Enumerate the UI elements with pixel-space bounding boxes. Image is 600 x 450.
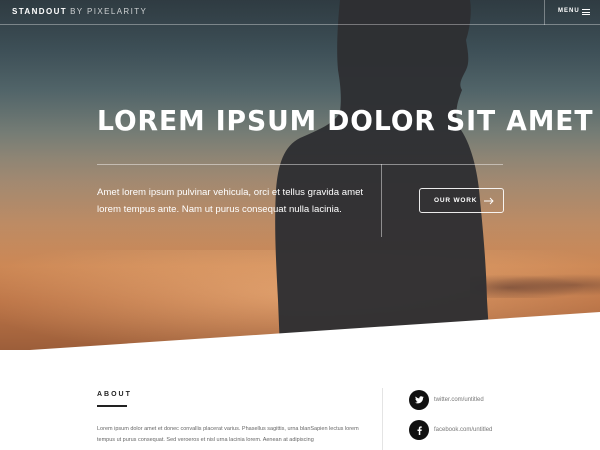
site-logo[interactable]: STANDOUT BY PIXELARITY (12, 7, 147, 16)
arrow-right-icon (484, 197, 494, 205)
menu-button[interactable]: MENU (544, 0, 600, 25)
hero-headline: LOREM IPSUM DOLOR SIT AMET (97, 104, 594, 137)
hero-diagonal-edge (30, 312, 600, 350)
twitter-link[interactable]: twitter.com/untitled (434, 397, 484, 403)
about-underline (97, 405, 127, 407)
hero-divider-horizontal (97, 164, 503, 165)
section-divider (382, 388, 383, 450)
hamburger-icon (582, 9, 590, 16)
brand-byline: BY PIXELARITY (70, 7, 148, 16)
menu-label: MENU (558, 8, 580, 14)
top-navigation-bar: STANDOUT BY PIXELARITY MENU (0, 0, 600, 25)
hero-section (0, 0, 600, 350)
facebook-link[interactable]: facebook.com/untitled (434, 427, 492, 433)
our-work-label: OUR WORK (434, 197, 478, 204)
social-item-twitter: twitter.com/untitled (409, 390, 484, 410)
twitter-icon[interactable] (409, 390, 429, 410)
about-text: Lorem ipsum dolor amet et donec convalli… (97, 426, 359, 443)
social-item-facebook: facebook.com/untitled (409, 420, 492, 440)
brand-name: STANDOUT (12, 7, 68, 16)
about-heading: ABOUT (97, 391, 132, 398)
hero-divider-vertical (381, 164, 382, 237)
hero-description: Amet lorem ipsum pulvinar vehicula, orci… (97, 187, 364, 215)
our-work-button[interactable]: OUR WORK (419, 188, 504, 213)
facebook-icon[interactable] (409, 420, 429, 440)
